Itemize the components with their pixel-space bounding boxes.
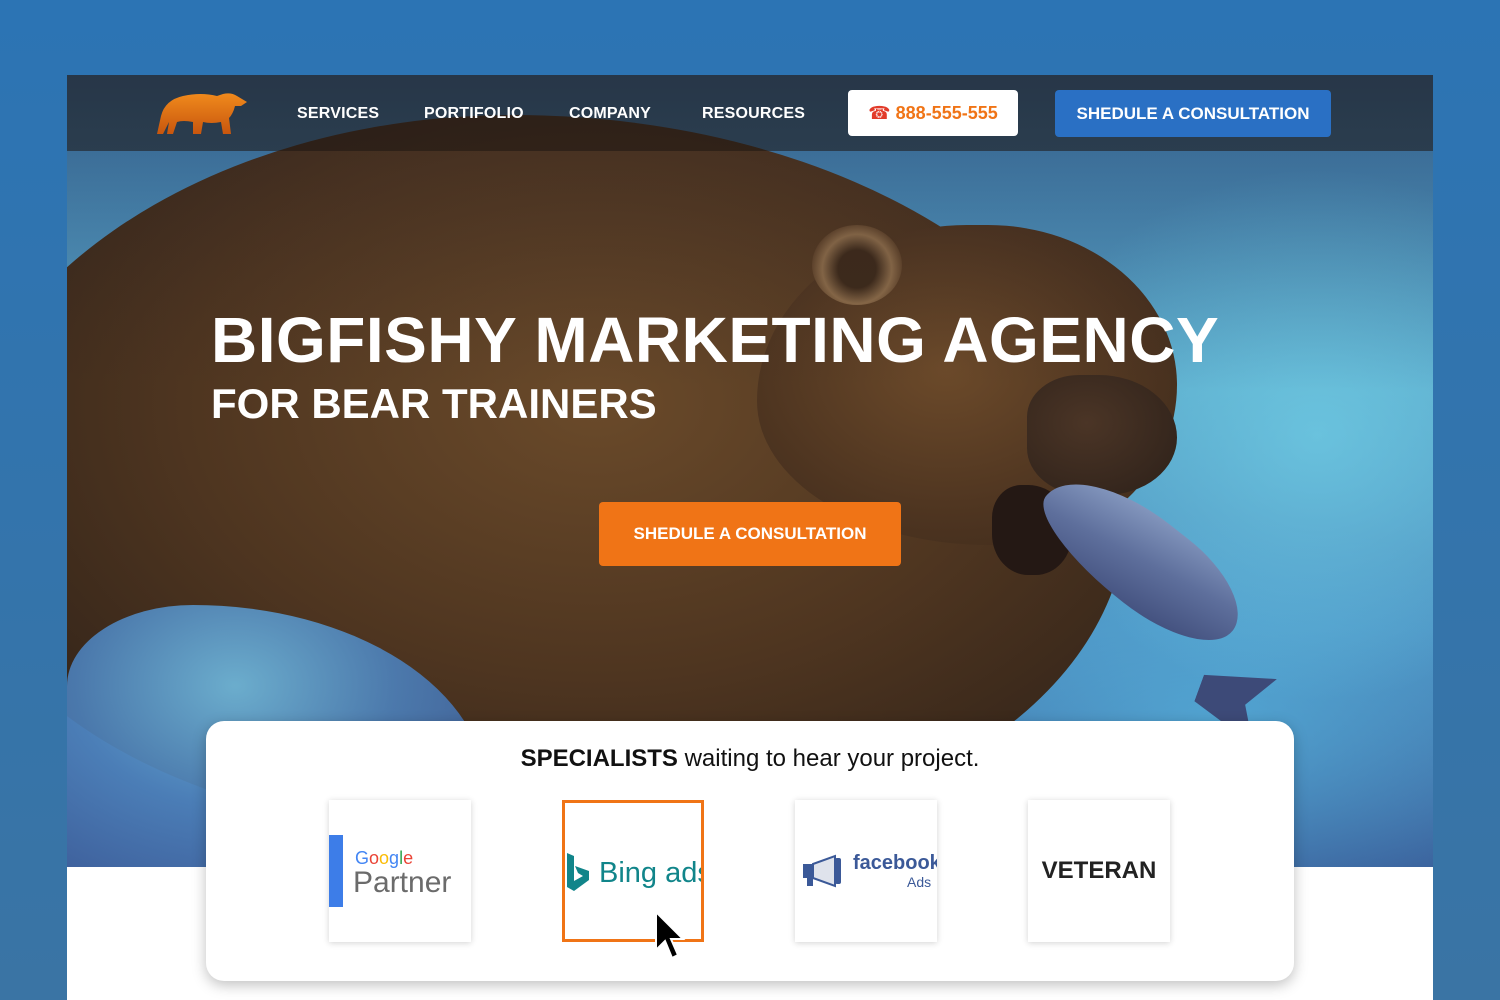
nav-consultation-button[interactable]: SHEDULE A CONSULTATION xyxy=(1055,90,1331,137)
google-partner-text: Partner xyxy=(353,866,452,899)
facebook-ads-text: Ads xyxy=(907,874,932,890)
nav-portifolio[interactable]: PORTIFOLIO xyxy=(424,105,524,123)
top-navbar: SERVICES PORTIFOLIO COMPANY RESOURCES ☎ … xyxy=(67,75,1433,151)
bing-logo-icon xyxy=(567,853,589,891)
hero-subtitle: FOR BEAR TRAINERS xyxy=(211,380,657,427)
hero-consultation-button[interactable]: SHEDULE A CONSULTATION xyxy=(599,502,901,566)
nav-services[interactable]: SERVICES xyxy=(297,105,379,123)
telephone-icon: ☎ xyxy=(868,103,891,123)
badge-google-partner[interactable]: Google Partner xyxy=(329,800,471,942)
phone-number: 888-555-555 xyxy=(895,102,998,123)
mouse-cursor-icon xyxy=(655,910,686,960)
partners-heading: SPECIALISTS waiting to hear your project… xyxy=(206,745,1294,773)
bear-logo-icon[interactable] xyxy=(151,88,249,136)
veteran-text: VETERAN xyxy=(1041,857,1157,884)
nav-resources[interactable]: RESOURCES xyxy=(702,105,805,123)
partners-heading-rest: waiting to hear your project. xyxy=(677,745,980,772)
phone-button[interactable]: ☎ 888-555-555 xyxy=(848,90,1018,136)
badge-facebook-ads[interactable]: facebook Ads xyxy=(795,800,937,942)
google-bar-icon xyxy=(329,835,343,907)
facebook-text: facebook xyxy=(853,852,937,874)
partners-card: SPECIALISTS waiting to hear your project… xyxy=(206,721,1294,981)
nav-company[interactable]: COMPANY xyxy=(569,105,651,123)
megaphone-icon xyxy=(803,854,841,888)
badge-veteran[interactable]: VETERAN xyxy=(1028,800,1170,942)
partners-heading-strong: SPECIALISTS xyxy=(520,745,678,772)
hero-title: BIGFISHY MARKETING AGENCY xyxy=(211,304,1220,376)
bing-ads-text: Bing ads xyxy=(599,857,704,889)
